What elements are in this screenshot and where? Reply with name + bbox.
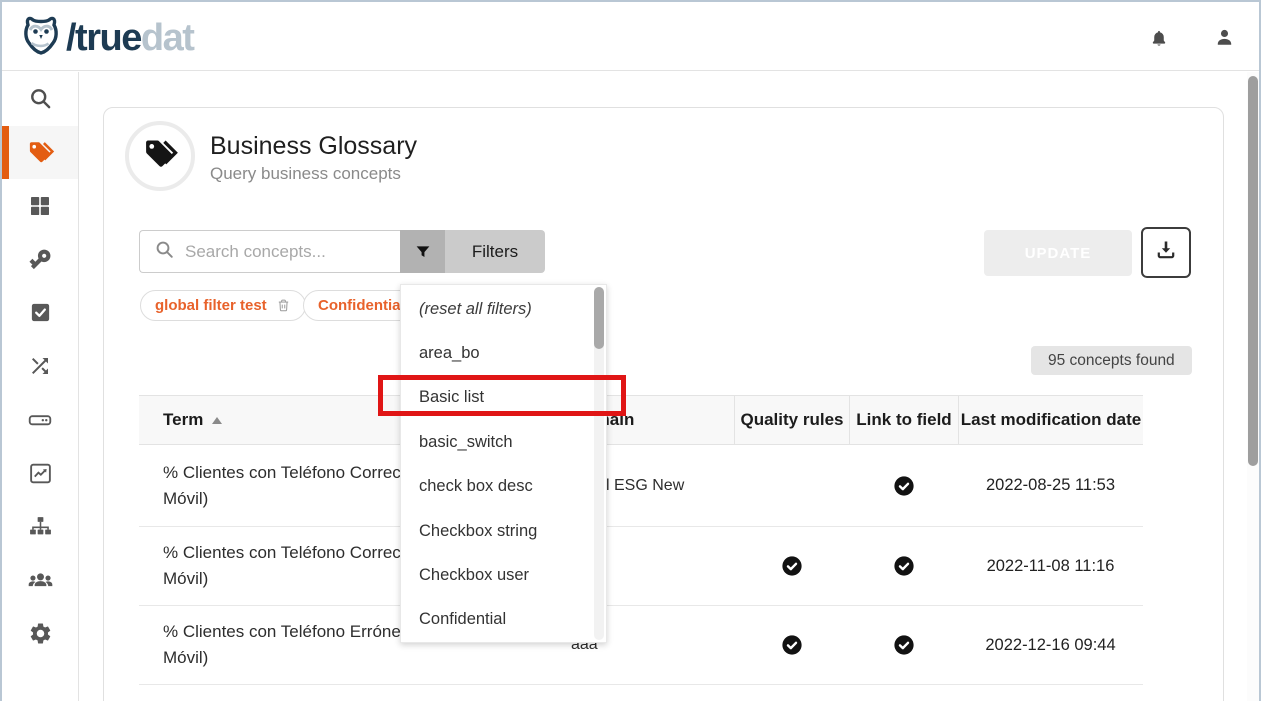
sidebar-item-search[interactable] — [2, 72, 78, 126]
quality-rules-cell — [734, 445, 849, 526]
sidebar-item-lineage[interactable] — [2, 340, 78, 394]
table-row[interactable]: % Clientes con Teléfono Correct Móvil) — [139, 527, 1143, 606]
column-header-quality-rules[interactable]: Quality rules — [734, 396, 849, 444]
filters-button-label: Filters — [445, 230, 545, 273]
sidebar-item-quality[interactable] — [2, 447, 78, 501]
check-circle-icon — [893, 634, 915, 656]
drive-icon — [27, 407, 53, 433]
key-icon — [28, 247, 53, 272]
user-profile-icon[interactable] — [1213, 26, 1235, 48]
check-circle-icon — [781, 634, 803, 656]
search-icon — [140, 239, 175, 265]
sidebar-item-data-sources[interactable] — [2, 393, 78, 447]
sidebar-item-groups[interactable] — [2, 554, 78, 608]
glossary-card: Business Glossary Query business concept… — [103, 107, 1224, 701]
sitemap-icon — [28, 514, 53, 539]
dropdown-scrollbar-thumb[interactable] — [594, 287, 604, 349]
tags-icon — [26, 138, 55, 167]
update-button[interactable]: UPDATE — [984, 230, 1132, 276]
sidebar-item-glossary[interactable] — [2, 126, 78, 180]
brand-wordmark: /truedat — [66, 15, 193, 61]
dropdown-item-confidential[interactable]: Confidential — [401, 598, 606, 642]
module-circle — [125, 121, 195, 191]
sidebar-item-rules[interactable] — [2, 286, 78, 340]
link-to-field-cell — [849, 527, 958, 605]
dropdown-item-area-bo[interactable]: area_bo — [401, 331, 606, 375]
filter-chip-label: Confidential — [318, 297, 405, 314]
gear-icon — [28, 621, 53, 646]
results-count-badge: 95 concepts found — [1031, 346, 1192, 375]
last-modification-date-cell: 2022-08-25 11:53 — [958, 445, 1143, 526]
table-header-row: Term Domain Quality rules Link to field … — [139, 395, 1143, 445]
link-to-field-cell — [849, 606, 958, 684]
page-scrollbar-thumb[interactable] — [1248, 76, 1258, 466]
sidebar-item-permissions[interactable] — [2, 233, 78, 287]
table-row[interactable]: % Clientes con Teléfono Correct Móvil) l… — [139, 445, 1143, 527]
main-content: Business Glossary Query business concept… — [80, 72, 1251, 701]
notifications-bell-icon[interactable] — [1148, 28, 1170, 50]
filters-button[interactable]: Filters — [400, 230, 545, 273]
sort-ascending-icon — [212, 417, 222, 424]
link-to-field-cell — [849, 445, 958, 526]
download-button[interactable] — [1141, 227, 1191, 278]
filter-chip-label: global filter test — [155, 297, 267, 314]
sidebar-item-modules[interactable] — [2, 179, 78, 233]
sidebar-item-structures[interactable] — [2, 500, 78, 554]
app-window: /truedat — [0, 0, 1261, 701]
dropdown-item-basic-switch[interactable]: basic_switch — [401, 420, 606, 464]
dropdown-scrollbar-track[interactable] — [594, 287, 604, 640]
truedat-logo[interactable]: /truedat — [18, 12, 193, 63]
table-row[interactable]: % Clientes con Teléfono Erróneo Móvil) a… — [139, 606, 1143, 685]
check-circle-icon — [781, 555, 803, 577]
topbar: /truedat — [2, 2, 1259, 71]
table-row — [139, 685, 1143, 701]
dropdown-item-checkbox-string[interactable]: Checkbox string — [401, 509, 606, 553]
dropdown-item-basic-list[interactable]: Basic list — [401, 376, 606, 420]
dropdown-item-reset-all-filters[interactable]: (reset all filters) — [401, 287, 606, 331]
check-circle-icon — [893, 555, 915, 577]
grid-icon — [28, 194, 52, 218]
quality-rules-cell — [734, 527, 849, 605]
filters-dropdown: (reset all filters) area_bo Basic list b… — [400, 284, 607, 643]
shuffle-icon — [28, 354, 52, 378]
owl-logo-icon — [18, 12, 64, 63]
quality-rules-cell — [734, 606, 849, 684]
dropdown-item-checkbox-user[interactable]: Checkbox user — [401, 553, 606, 597]
download-icon — [1154, 238, 1178, 267]
check-circle-icon — [893, 475, 915, 497]
search-concepts-input[interactable] — [185, 242, 375, 262]
last-modification-date-cell: 2022-11-08 11:16 — [958, 527, 1143, 605]
users-icon — [27, 567, 54, 594]
concepts-table: Term Domain Quality rules Link to field … — [139, 395, 1143, 701]
search-concepts-box — [139, 230, 400, 273]
filter-chip-global-filter-test[interactable]: global filter test — [140, 290, 306, 321]
search-icon — [28, 86, 53, 111]
column-header-link-to-field[interactable]: Link to field — [849, 396, 958, 444]
trash-icon[interactable] — [276, 298, 291, 313]
dropdown-item-check-box-desc[interactable]: check box desc — [401, 465, 606, 509]
funnel-icon — [400, 230, 445, 273]
chart-icon — [28, 461, 53, 486]
glossary-tags-icon — [141, 135, 179, 178]
sidebar-item-settings[interactable] — [2, 607, 78, 661]
last-modification-date-cell: 2022-12-16 09:44 — [958, 606, 1143, 684]
column-header-last-modification-date[interactable]: Last modification date — [958, 396, 1143, 444]
page-title: Business Glossary — [210, 132, 417, 161]
page-scrollbar-track[interactable] — [1247, 72, 1259, 701]
sidebar — [2, 72, 79, 701]
page-subtitle: Query business concepts — [210, 164, 401, 184]
check-square-icon — [29, 301, 52, 324]
